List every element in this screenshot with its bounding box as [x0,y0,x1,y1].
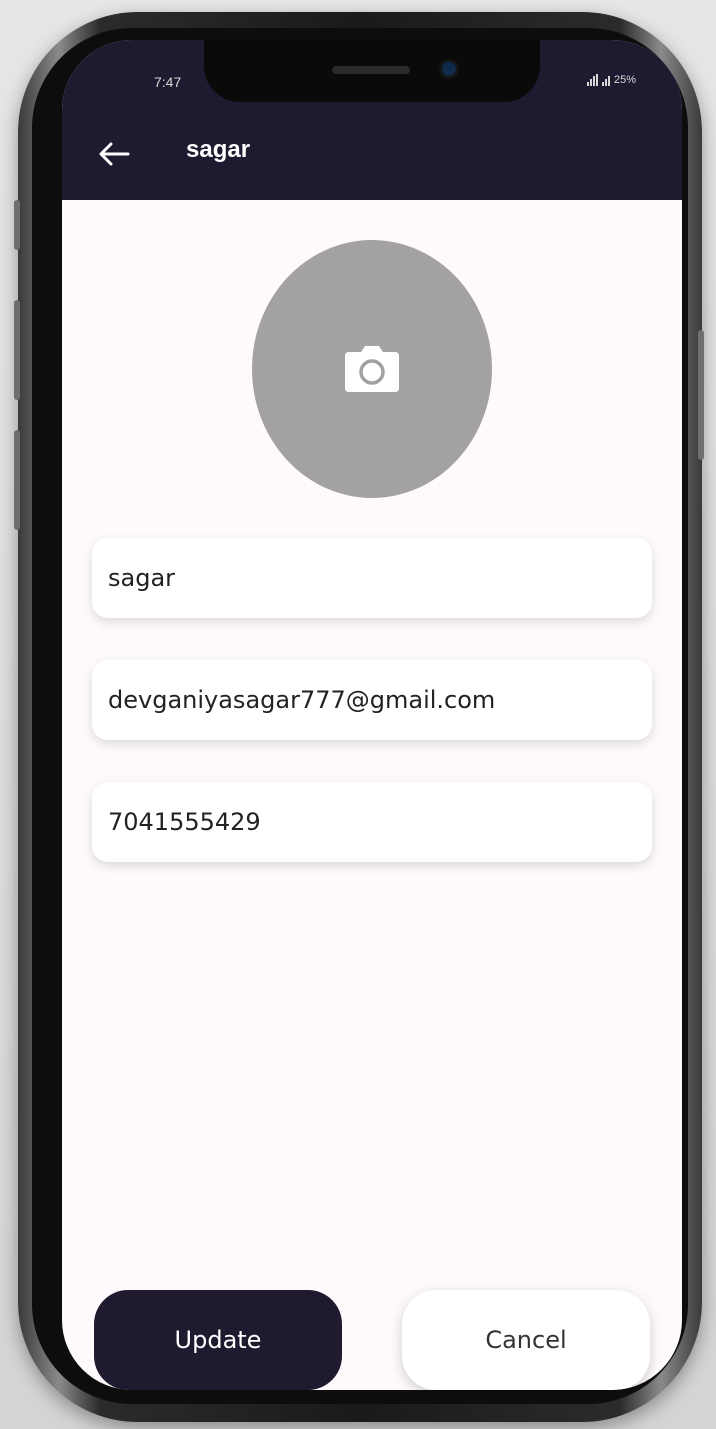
page-title: sagar [186,136,251,163]
side-button [14,430,20,530]
camera-icon [345,346,399,392]
status-icons: 25% [586,74,636,86]
phone-field[interactable] [92,782,652,862]
phone-screen: 7:47 25% sagar Update C [62,40,682,1390]
signal-icon [586,74,598,86]
app-bar: 7:47 25% sagar [62,40,682,200]
speaker [332,66,410,74]
name-field[interactable] [92,538,652,618]
update-button[interactable]: Update [94,1290,342,1390]
signal-icon [601,74,610,86]
back-button[interactable] [92,132,136,176]
email-input[interactable] [106,685,652,715]
arrow-left-icon [99,142,130,166]
side-button [14,300,20,400]
status-time: 7:47 [154,74,182,90]
front-camera [442,62,456,76]
side-button [14,200,20,250]
side-button [698,330,704,460]
email-field[interactable] [92,660,652,740]
battery-text: 25% [613,74,636,86]
avatar-picker[interactable] [252,240,492,498]
cancel-button[interactable]: Cancel [402,1290,650,1390]
notch [204,40,540,102]
name-input[interactable] [106,563,652,593]
phone-input[interactable] [106,807,652,837]
